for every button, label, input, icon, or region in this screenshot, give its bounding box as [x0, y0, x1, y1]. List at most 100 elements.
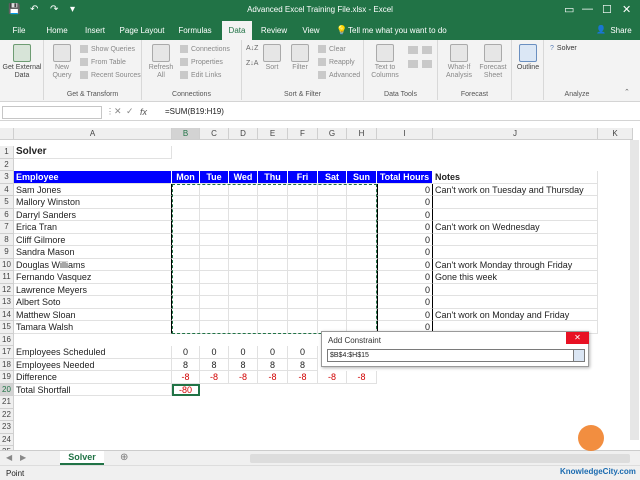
schedule-cell[interactable]: [318, 308, 347, 321]
scheduled-value[interactable]: 0: [258, 346, 288, 359]
needed-value[interactable]: 8: [258, 358, 288, 371]
table-header[interactable]: Sat: [318, 171, 347, 184]
table-header[interactable]: Sun: [347, 171, 377, 184]
schedule-cell[interactable]: [347, 196, 377, 209]
horizontal-scrollbar[interactable]: [250, 454, 630, 463]
employee-name[interactable]: Sandra Mason: [14, 246, 172, 259]
shortfall-label[interactable]: Total Shortfall: [14, 383, 172, 396]
sort-button[interactable]: Sort: [262, 44, 282, 72]
minimize-button[interactable]: —: [582, 3, 593, 15]
row-header[interactable]: 18: [0, 358, 14, 371]
schedule-cell[interactable]: [200, 246, 229, 259]
schedule-cell[interactable]: [258, 258, 288, 271]
scheduled-label[interactable]: Employees Scheduled: [14, 346, 172, 359]
schedule-cell[interactable]: [258, 308, 288, 321]
note-cell[interactable]: [433, 246, 598, 259]
row-header[interactable]: 19: [0, 371, 14, 384]
schedule-cell[interactable]: [229, 258, 258, 271]
relationships-icon[interactable]: [422, 60, 432, 68]
total-hours[interactable]: 0: [377, 246, 433, 259]
table-header[interactable]: Employee: [14, 171, 172, 184]
from-table-button[interactable]: From Table: [80, 58, 126, 66]
column-header[interactable]: K: [598, 128, 633, 140]
schedule-cell[interactable]: [288, 208, 318, 221]
properties-button[interactable]: Properties: [180, 58, 223, 66]
formula-input[interactable]: =SUM(B19:H19): [165, 107, 224, 116]
table-header[interactable]: Fri: [288, 171, 318, 184]
schedule-cell[interactable]: [288, 258, 318, 271]
ribbon-display-icon[interactable]: ▭: [564, 3, 574, 16]
maximize-button[interactable]: ☐: [602, 3, 612, 16]
vertical-scrollbar[interactable]: [630, 140, 639, 440]
row-header[interactable]: 2: [0, 158, 14, 171]
schedule-cell[interactable]: [229, 196, 258, 209]
table-header[interactable]: Wed: [229, 171, 258, 184]
insert-function-icon[interactable]: fx: [140, 107, 147, 117]
table-header[interactable]: Mon: [172, 171, 200, 184]
note-cell[interactable]: [433, 283, 598, 296]
schedule-cell[interactable]: [200, 308, 229, 321]
schedule-cell[interactable]: [172, 221, 200, 234]
schedule-cell[interactable]: [229, 271, 258, 284]
schedule-cell[interactable]: [200, 296, 229, 309]
employee-name[interactable]: Mallory Winston: [14, 196, 172, 209]
row-header[interactable]: 1: [0, 146, 14, 159]
total-hours[interactable]: 0: [377, 196, 433, 209]
total-hours[interactable]: 0: [377, 233, 433, 246]
text-to-columns-button[interactable]: Text to Columns: [368, 44, 402, 80]
note-cell[interactable]: [433, 233, 598, 246]
row-header[interactable]: 8: [0, 233, 14, 246]
total-hours[interactable]: 0: [377, 258, 433, 271]
sort-az-button[interactable]: A↓Z: [246, 45, 258, 52]
schedule-cell[interactable]: [288, 183, 318, 196]
scheduled-value[interactable]: 0: [229, 346, 258, 359]
schedule-cell[interactable]: [258, 221, 288, 234]
schedule-cell[interactable]: [258, 196, 288, 209]
difference-value[interactable]: -8: [347, 371, 377, 384]
schedule-cell[interactable]: [172, 283, 200, 296]
difference-value[interactable]: -8: [318, 371, 347, 384]
advanced-button[interactable]: Advanced: [318, 71, 360, 79]
tab-file[interactable]: File: [6, 21, 32, 40]
collapse-ribbon-icon[interactable]: ⌃: [624, 88, 630, 96]
schedule-cell[interactable]: [318, 258, 347, 271]
schedule-cell[interactable]: [288, 296, 318, 309]
enter-icon[interactable]: ✓: [126, 106, 134, 117]
employee-name[interactable]: Erica Tran: [14, 221, 172, 234]
scheduled-value[interactable]: 0: [172, 346, 200, 359]
table-header[interactable]: Total Hours: [377, 171, 433, 184]
schedule-cell[interactable]: [288, 271, 318, 284]
schedule-cell[interactable]: [347, 296, 377, 309]
schedule-cell[interactable]: [318, 208, 347, 221]
schedule-cell[interactable]: [200, 321, 229, 334]
schedule-cell[interactable]: [347, 308, 377, 321]
note-cell[interactable]: Gone this week: [433, 271, 598, 284]
schedule-cell[interactable]: [347, 221, 377, 234]
schedule-cell[interactable]: [172, 208, 200, 221]
row-header[interactable]: 4: [0, 183, 14, 196]
schedule-cell[interactable]: [318, 233, 347, 246]
row-header[interactable]: 12: [0, 283, 14, 296]
schedule-cell[interactable]: [258, 208, 288, 221]
schedule-cell[interactable]: [229, 308, 258, 321]
row-header[interactable]: 21: [0, 396, 14, 409]
consolidate-icon[interactable]: [422, 46, 432, 54]
schedule-cell[interactable]: [318, 296, 347, 309]
needed-value[interactable]: 8: [172, 358, 200, 371]
schedule-cell[interactable]: [200, 258, 229, 271]
schedule-cell[interactable]: [229, 246, 258, 259]
schedule-cell[interactable]: [200, 208, 229, 221]
share-button[interactable]: Share: [606, 21, 636, 40]
row-header[interactable]: 3: [0, 171, 14, 184]
note-cell[interactable]: Can't work on Tuesday and Thursday: [433, 183, 598, 196]
column-header[interactable]: E: [258, 128, 288, 140]
dialog-close-button[interactable]: ✕: [566, 332, 589, 344]
sheet-tab-solver[interactable]: Solver: [60, 451, 104, 465]
row-header[interactable]: 7: [0, 221, 14, 234]
recent-sources-button[interactable]: Recent Sources: [80, 71, 141, 79]
tab-home[interactable]: Home: [40, 21, 74, 40]
schedule-cell[interactable]: [288, 221, 318, 234]
schedule-cell[interactable]: [229, 321, 258, 334]
schedule-cell[interactable]: [258, 296, 288, 309]
reapply-button[interactable]: Reapply: [318, 58, 355, 66]
